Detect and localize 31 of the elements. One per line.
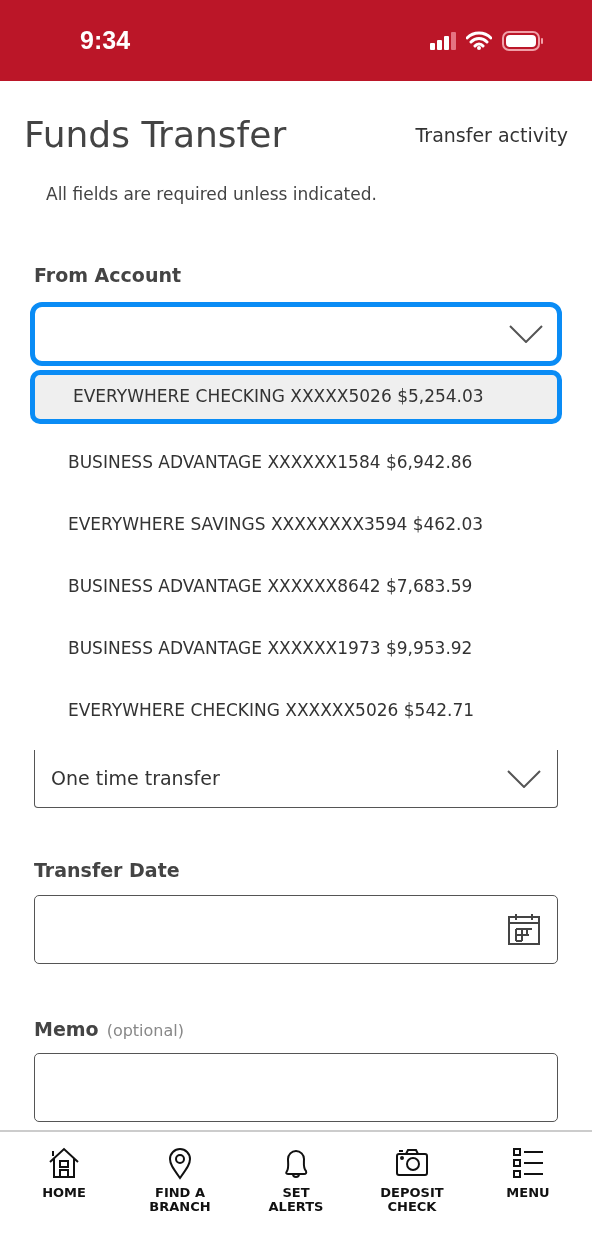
signal-icon <box>430 31 456 50</box>
battery-icon <box>502 30 544 51</box>
field-label: From Account <box>34 262 183 288</box>
nav-tab[interactable]: DEPOSIT CHECK <box>357 1146 467 1214</box>
frequency-select[interactable]: One time transfer <box>34 750 558 808</box>
chevron-down-icon <box>507 769 541 788</box>
field-label: Transfer Date <box>34 858 181 883</box>
transfer-activity-link[interactable]: Transfer activity <box>415 120 568 150</box>
account-option[interactable]: EVERYWHERE CHECKING XXXXX5026 $5,254.03 <box>30 370 562 424</box>
transfer-date-field[interactable] <box>34 894 558 964</box>
required-note: All fields are required unless indicated. <box>46 183 378 206</box>
field-label: Memo <box>34 1016 99 1042</box>
account-option[interactable]: EVERYWHERE SAVINGS XXXXXXXX3594 $462.03 <box>30 494 562 556</box>
nav-tab[interactable]: MENU <box>473 1146 583 1200</box>
clock-time: 9:34 <box>80 24 131 56</box>
account-option[interactable]: BUSINESS ADVANTAGE XXXXXX1973 $9,953.92 <box>30 618 562 680</box>
wifi-icon <box>466 31 492 50</box>
nav-tab[interactable]: FIND A BRANCH <box>125 1146 235 1214</box>
calendar-icon <box>507 912 541 946</box>
memo-field[interactable] <box>34 1053 558 1122</box>
nav-tab[interactable]: HOME <box>9 1146 119 1200</box>
account-option[interactable]: BUSINESS ADVANTAGE XXXXXX8642 $7,683.59 <box>30 556 562 618</box>
account-option[interactable]: EVERYWHERE CHECKING XXXXXX5026 $542.71 <box>30 680 562 742</box>
nav-tab[interactable]: SET ALERTS <box>241 1146 351 1214</box>
from-account-select[interactable] <box>30 302 562 366</box>
page-title: Funds Transfer <box>24 113 287 157</box>
optional-hint: (optional) <box>106 1019 184 1042</box>
list-menu-icon <box>511 1146 545 1180</box>
account-option[interactable]: BUSINESS ADVANTAGE XXXXXX1584 $6,942.86 <box>30 432 562 494</box>
chevron-down-icon <box>509 325 543 343</box>
home-icon <box>47 1146 81 1180</box>
